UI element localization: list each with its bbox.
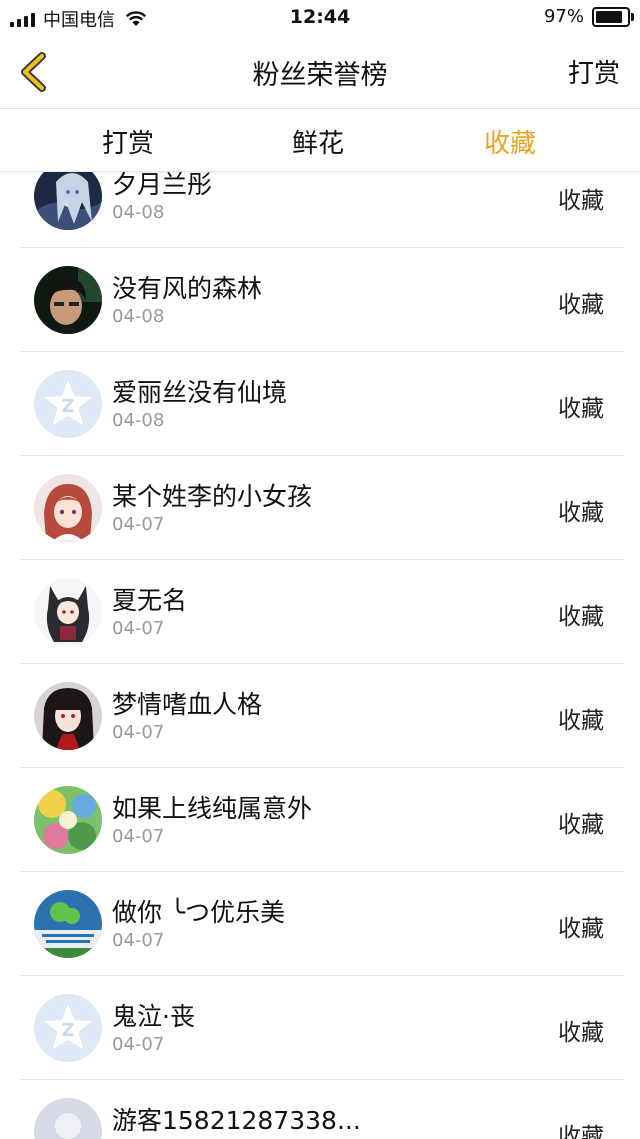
fan-name: 没有风的森林 (112, 274, 263, 303)
default-star-avatar-icon: Z (34, 994, 102, 1062)
fan-name: 夏无名 (112, 586, 188, 615)
list-item[interactable]: 夏无名 04-07 收藏 (0, 560, 640, 664)
avatar (34, 890, 102, 958)
fan-name: 游客15821287338... (112, 1106, 361, 1135)
tab-reward[interactable]: 打赏 (48, 123, 208, 160)
avatar (34, 266, 102, 334)
avatar (34, 578, 102, 646)
fan-name: 如果上线纯属意外 (112, 794, 313, 823)
fan-date: 04-08 (112, 410, 165, 431)
list-item[interactable]: Z 爱丽丝没有仙境 04-08 收藏 (0, 352, 640, 456)
default-star-avatar-icon: Z (34, 370, 102, 438)
list-item[interactable]: 某个姓李的小女孩 04-07 收藏 (0, 456, 640, 560)
list-item[interactable]: 没有风的森林 04-08 收藏 (0, 248, 640, 352)
fan-date: 04-08 (112, 202, 165, 223)
action-label: 收藏 (558, 916, 604, 942)
fan-date: 04-07 (112, 514, 165, 535)
action-label: 收藏 (558, 708, 604, 734)
fan-date: 04-07 (112, 826, 165, 847)
fan-date: 04-07 (112, 930, 165, 951)
page-title: 粉丝荣誉榜 (252, 60, 388, 91)
avatar (34, 786, 102, 854)
action-label: 收藏 (558, 188, 604, 214)
action-label: 收藏 (558, 604, 604, 630)
fan-name: 鬼泣·丧 (112, 1002, 195, 1031)
default-user-avatar-icon (34, 1098, 102, 1139)
fan-date: 04-08 (112, 306, 165, 327)
tab-flowers[interactable]: 鲜花 (238, 123, 398, 160)
status-bar: 中国电信 12:44 97% (0, 0, 640, 36)
action-label: 收藏 (558, 396, 604, 422)
fan-list[interactable]: 夕月兰彤 04-08 收藏 没有风的森林 04-08 收藏 Z 爱丽丝没有仙境 … (0, 144, 640, 1139)
action-label: 收藏 (558, 500, 604, 526)
list-item[interactable]: 梦情嗜血人格 04-07 收藏 (0, 664, 640, 768)
list-item[interactable]: 如果上线纯属意外 04-07 收藏 (0, 768, 640, 872)
fan-date: 04-07 (112, 618, 165, 639)
status-right: 97% (543, 6, 634, 27)
fan-date: 04-07 (112, 1034, 165, 1055)
action-label: 收藏 (558, 1124, 604, 1139)
nav-bar: 粉丝荣誉榜 打赏 (0, 36, 640, 109)
action-label: 收藏 (558, 1020, 604, 1046)
avatar (34, 162, 102, 230)
fan-name: 爱丽丝没有仙境 (112, 378, 288, 407)
battery-icon (592, 6, 634, 27)
avatar (34, 682, 102, 750)
fan-name: 做你 ╰つ优乐美 (112, 898, 285, 927)
fan-date: 04-07 (112, 722, 165, 743)
fan-name: 梦情嗜血人格 (112, 690, 263, 719)
action-label: 收藏 (558, 292, 604, 318)
svg-text:Z: Z (61, 396, 74, 417)
list-item[interactable]: 做你 ╰つ优乐美 04-07 收藏 (0, 872, 640, 976)
list-item[interactable]: 游客15821287338... 收藏 (0, 1080, 640, 1139)
tab-favorites[interactable]: 收藏 (430, 123, 590, 160)
battery-percent: 97% (543, 6, 584, 27)
fan-name: 某个姓李的小女孩 (112, 482, 313, 511)
svg-text:Z: Z (61, 1020, 74, 1041)
list-item[interactable]: Z 鬼泣·丧 04-07 收藏 (0, 976, 640, 1080)
avatar (34, 474, 102, 542)
reward-button[interactable]: 打赏 (568, 53, 620, 90)
action-label: 收藏 (558, 812, 604, 838)
tab-bar: 打赏 鲜花 收藏 (0, 109, 640, 172)
